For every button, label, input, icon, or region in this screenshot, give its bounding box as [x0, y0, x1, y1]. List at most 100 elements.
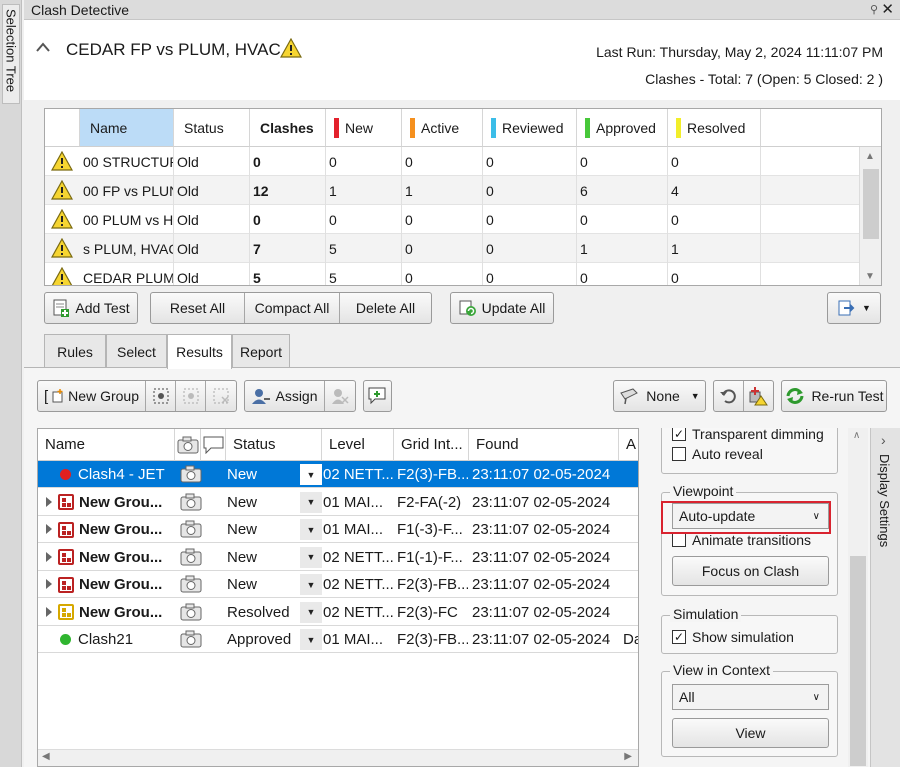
- settings-scrollbar[interactable]: ∧: [848, 428, 868, 767]
- tests-header-reviewed[interactable]: Reviewed: [483, 109, 577, 147]
- expand-arrow-icon[interactable]: [46, 579, 52, 589]
- explode-group-button[interactable]: [206, 381, 236, 411]
- highlight-mode-dropdown[interactable]: None ▼: [613, 380, 706, 412]
- assign-button[interactable]: Assign: [245, 381, 325, 411]
- camera-icon[interactable]: [180, 465, 202, 483]
- status-dropdown-arrow[interactable]: ▼: [300, 601, 322, 623]
- camera-icon[interactable]: [180, 548, 202, 566]
- test-row[interactable]: CEDAR PLUM Old 5 5 0 0 0 0: [45, 263, 859, 285]
- tests-header-approved[interactable]: Approved: [577, 109, 668, 147]
- status-dropdown-arrow[interactable]: ▼: [300, 629, 322, 650]
- results-hscrollbar[interactable]: ◀ ▶: [38, 749, 638, 766]
- test-row[interactable]: 00 FP vs PLUN Old 12 1 1 0 6 4: [45, 176, 859, 205]
- view-button[interactable]: View: [672, 718, 829, 748]
- scroll-down-icon[interactable]: ▼: [865, 271, 875, 282]
- scroll-up-icon[interactable]: ∧: [853, 430, 860, 441]
- tests-header-new[interactable]: New: [326, 109, 402, 147]
- tab-select[interactable]: Select: [106, 334, 167, 368]
- test-cell-reviewed: 0: [483, 147, 577, 176]
- test-cell-clashes: 12: [250, 176, 326, 205]
- status-dropdown-arrow[interactable]: ▼: [300, 464, 322, 485]
- results-header-viewpoint[interactable]: [175, 429, 201, 461]
- scroll-thumb[interactable]: [850, 556, 866, 766]
- expand-arrow-icon[interactable]: [46, 496, 52, 507]
- camera-icon[interactable]: [180, 575, 202, 593]
- close-icon[interactable]: ✕: [881, 0, 894, 18]
- status-dropdown-arrow[interactable]: ▼: [300, 574, 322, 595]
- result-name-cell: New Grou...: [58, 544, 176, 571]
- scroll-up-icon[interactable]: ▲: [865, 151, 875, 162]
- context-select[interactable]: All ∨: [672, 684, 829, 710]
- tests-scrollbar[interactable]: ▲ ▼: [859, 147, 881, 285]
- test-cell-reviewed: 0: [483, 234, 577, 263]
- result-row[interactable]: New Grou... New ▼ 02 NETT... F2(3)-FB... 23:1…: [38, 571, 638, 598]
- rerun-test-button[interactable]: Re-run Test: [781, 380, 887, 412]
- tests-header-active[interactable]: Active: [402, 109, 483, 147]
- expand-arrow-icon[interactable]: [46, 606, 52, 617]
- collapse-icon[interactable]: [36, 42, 50, 52]
- test-row[interactable]: s PLUM, HVAC Old 7 5 0 0 1 1: [45, 234, 859, 263]
- expand-arrow-icon[interactable]: [46, 551, 52, 562]
- add-test-button[interactable]: Add Test: [44, 292, 138, 324]
- status-dropdown-arrow[interactable]: ▼: [300, 546, 322, 568]
- isolate-button[interactable]: [744, 381, 773, 411]
- unassign-button[interactable]: [325, 381, 355, 411]
- tab-report[interactable]: Report: [232, 334, 290, 368]
- focus-on-clash-button[interactable]: Focus on Clash: [672, 556, 829, 586]
- auto-reveal-checkbox[interactable]: Auto reveal: [672, 446, 763, 462]
- tests-header-resolved[interactable]: Resolved: [668, 109, 761, 147]
- test-row[interactable]: 00 PLUM vs H Old 0 0 0 0 0 0: [45, 205, 859, 234]
- expand-arrow-icon[interactable]: [46, 524, 52, 534]
- compact-all-button[interactable]: Compact All: [245, 293, 340, 323]
- add-comment-button[interactable]: [363, 380, 392, 412]
- remove-from-group-button[interactable]: [176, 381, 206, 411]
- reset-all-button[interactable]: Reset All: [151, 293, 245, 323]
- result-row[interactable]: Clash21 Approved ▼ 01 MAI... F2(3)-FB... 23:1…: [38, 626, 638, 653]
- animate-transitions-checkbox[interactable]: Animate transitions: [672, 532, 811, 548]
- results-header-name[interactable]: Name: [38, 429, 175, 461]
- new-group-icon: [52, 389, 63, 403]
- header-label: Reviewed: [502, 119, 564, 136]
- pin-icon[interactable]: ⚲: [870, 3, 878, 16]
- results-header-grid[interactable]: Grid Int...: [394, 429, 469, 461]
- camera-icon[interactable]: [180, 493, 202, 511]
- scroll-thumb[interactable]: [863, 169, 879, 239]
- selection-tree-tab[interactable]: Selection Tree: [2, 4, 20, 104]
- results-header-status[interactable]: Status: [226, 429, 322, 461]
- tab-results[interactable]: Results: [167, 334, 232, 369]
- tab-rules[interactable]: Rules: [44, 334, 106, 368]
- results-header-level[interactable]: Level: [322, 429, 394, 461]
- scroll-left-icon[interactable]: ◀: [42, 751, 50, 762]
- camera-icon[interactable]: [180, 630, 202, 648]
- camera-icon[interactable]: [180, 520, 202, 538]
- tests-header-clashes[interactable]: Clashes: [250, 109, 326, 147]
- import-export-button[interactable]: ▼: [827, 292, 881, 324]
- results-header-comments[interactable]: [201, 429, 226, 461]
- scroll-right-icon[interactable]: ▶: [624, 751, 632, 762]
- expand-chevron-icon[interactable]: ›: [881, 432, 886, 448]
- status-dropdown-arrow[interactable]: ▼: [300, 491, 322, 513]
- camera-icon[interactable]: [180, 603, 202, 621]
- results-header-approved[interactable]: A: [619, 429, 638, 461]
- result-row[interactable]: New Grou... Resolved ▼ 02 NETT... F2(3)-FC 23…: [38, 599, 638, 626]
- status-dropdown-arrow[interactable]: ▼: [300, 519, 322, 540]
- results-header-found[interactable]: Found: [469, 429, 619, 461]
- group-clashes-button[interactable]: [146, 381, 176, 411]
- new-group-button[interactable]: [ New Group: [38, 381, 146, 411]
- result-grid: F2(3)-FB...: [397, 466, 468, 483]
- result-row[interactable]: New Grou... New ▼ 01 MAI... F1(-3)-F... 23:11…: [38, 516, 638, 543]
- display-settings-tab[interactable]: › Display Settings: [870, 428, 900, 767]
- result-row[interactable]: New Grou... New ▼ 01 MAI... F2-FA(-2) 23:11:0…: [38, 489, 638, 516]
- tests-header-status[interactable]: Status: [174, 109, 250, 147]
- result-grid: F2(3)-FB...: [397, 631, 468, 648]
- reset-view-button[interactable]: [714, 381, 744, 411]
- update-all-button[interactable]: Update All: [450, 292, 554, 324]
- delete-all-button[interactable]: Delete All: [340, 293, 431, 323]
- show-simulation-checkbox[interactable]: ✓ Show simulation: [672, 629, 794, 645]
- result-row[interactable]: New Grou... New ▼ 02 NETT... F1(-1)-F... 23:1…: [38, 544, 638, 571]
- test-row[interactable]: 00 STRUCTURI Old 0 0 0 0 0 0: [45, 147, 859, 176]
- result-row[interactable]: Clash4 - JET New ▼ 02 NETT... F2(3)-FB... 23:…: [38, 461, 638, 488]
- tests-header-name[interactable]: Name: [80, 109, 174, 147]
- transparent-dimming-checkbox[interactable]: ✓ Transparent dimming: [672, 428, 824, 442]
- camera-icon: [177, 436, 199, 453]
